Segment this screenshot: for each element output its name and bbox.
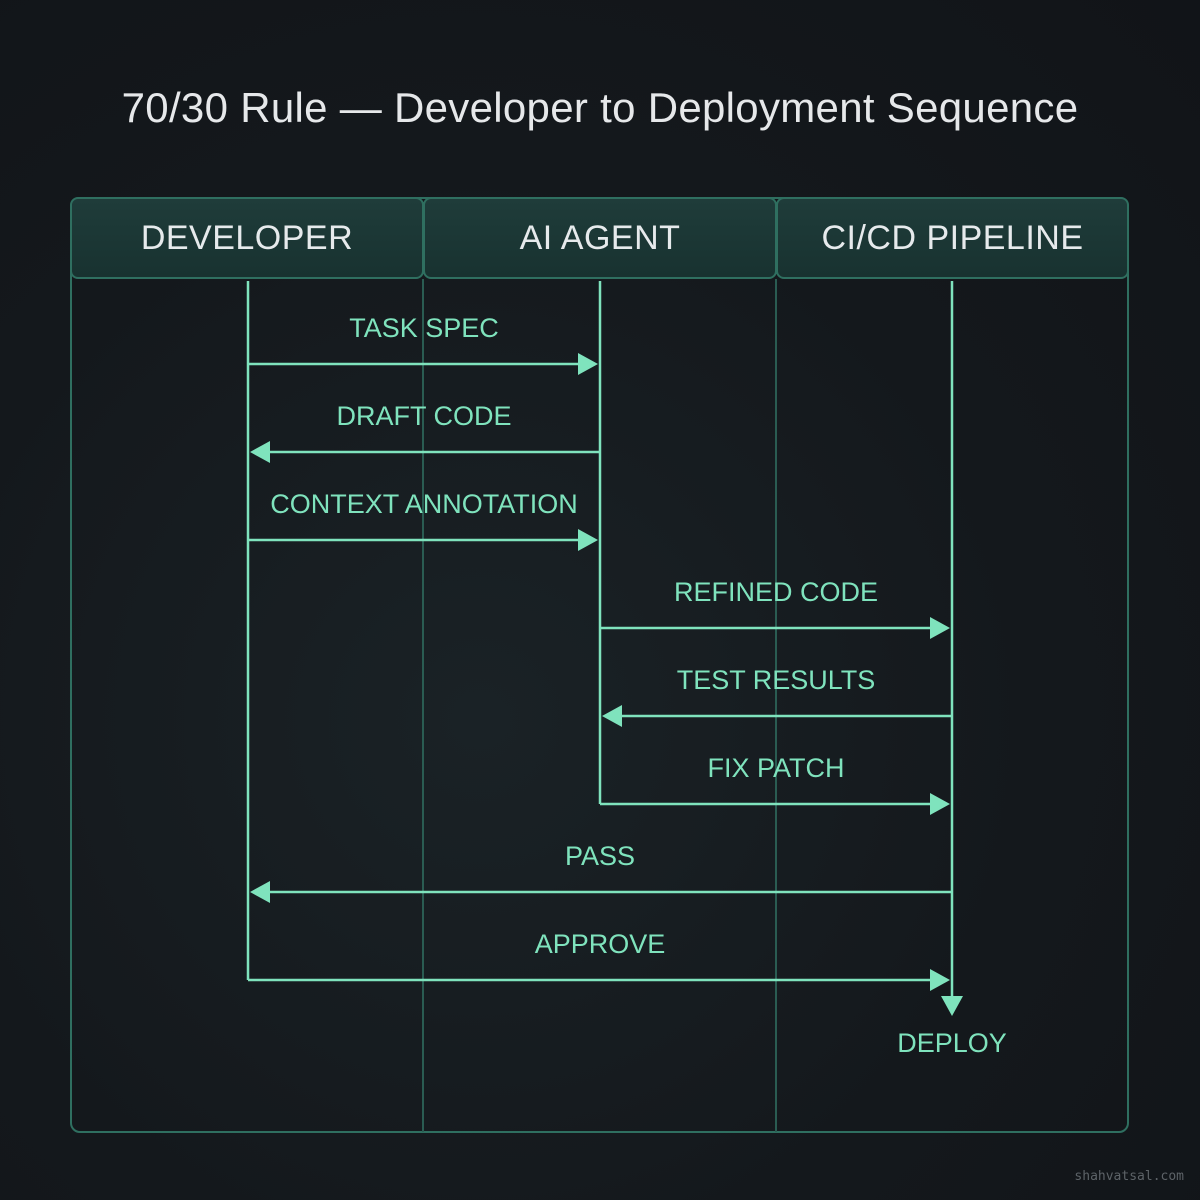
arrowhead — [930, 969, 950, 991]
arrowhead — [930, 793, 950, 815]
arrowhead — [578, 353, 598, 375]
arrowhead — [250, 441, 270, 463]
deploy-arrowhead — [941, 996, 963, 1016]
sequence-diagram: TASK SPEC DRAFT CODE CONTEXT ANNOTATION REF… — [246, 281, 1007, 1058]
message-label: DRAFT CODE — [336, 401, 511, 431]
watermark: shahvatsal.com — [1074, 1169, 1184, 1184]
deploy-label: DEPLOY — [897, 1028, 1007, 1058]
message-label: REFINED CODE — [674, 577, 878, 607]
arrowhead — [930, 617, 950, 639]
message-label: PASS — [565, 841, 635, 871]
message-label: TEST RESULTS — [677, 665, 876, 695]
arrowhead — [250, 881, 270, 903]
arrowhead — [602, 705, 622, 727]
message-label: TASK SPEC — [349, 313, 499, 343]
message-label: CONTEXT ANNOTATION — [270, 489, 578, 519]
arrowhead — [578, 529, 598, 551]
message-label: FIX PATCH — [707, 753, 844, 783]
message-label: APPROVE — [535, 929, 666, 959]
